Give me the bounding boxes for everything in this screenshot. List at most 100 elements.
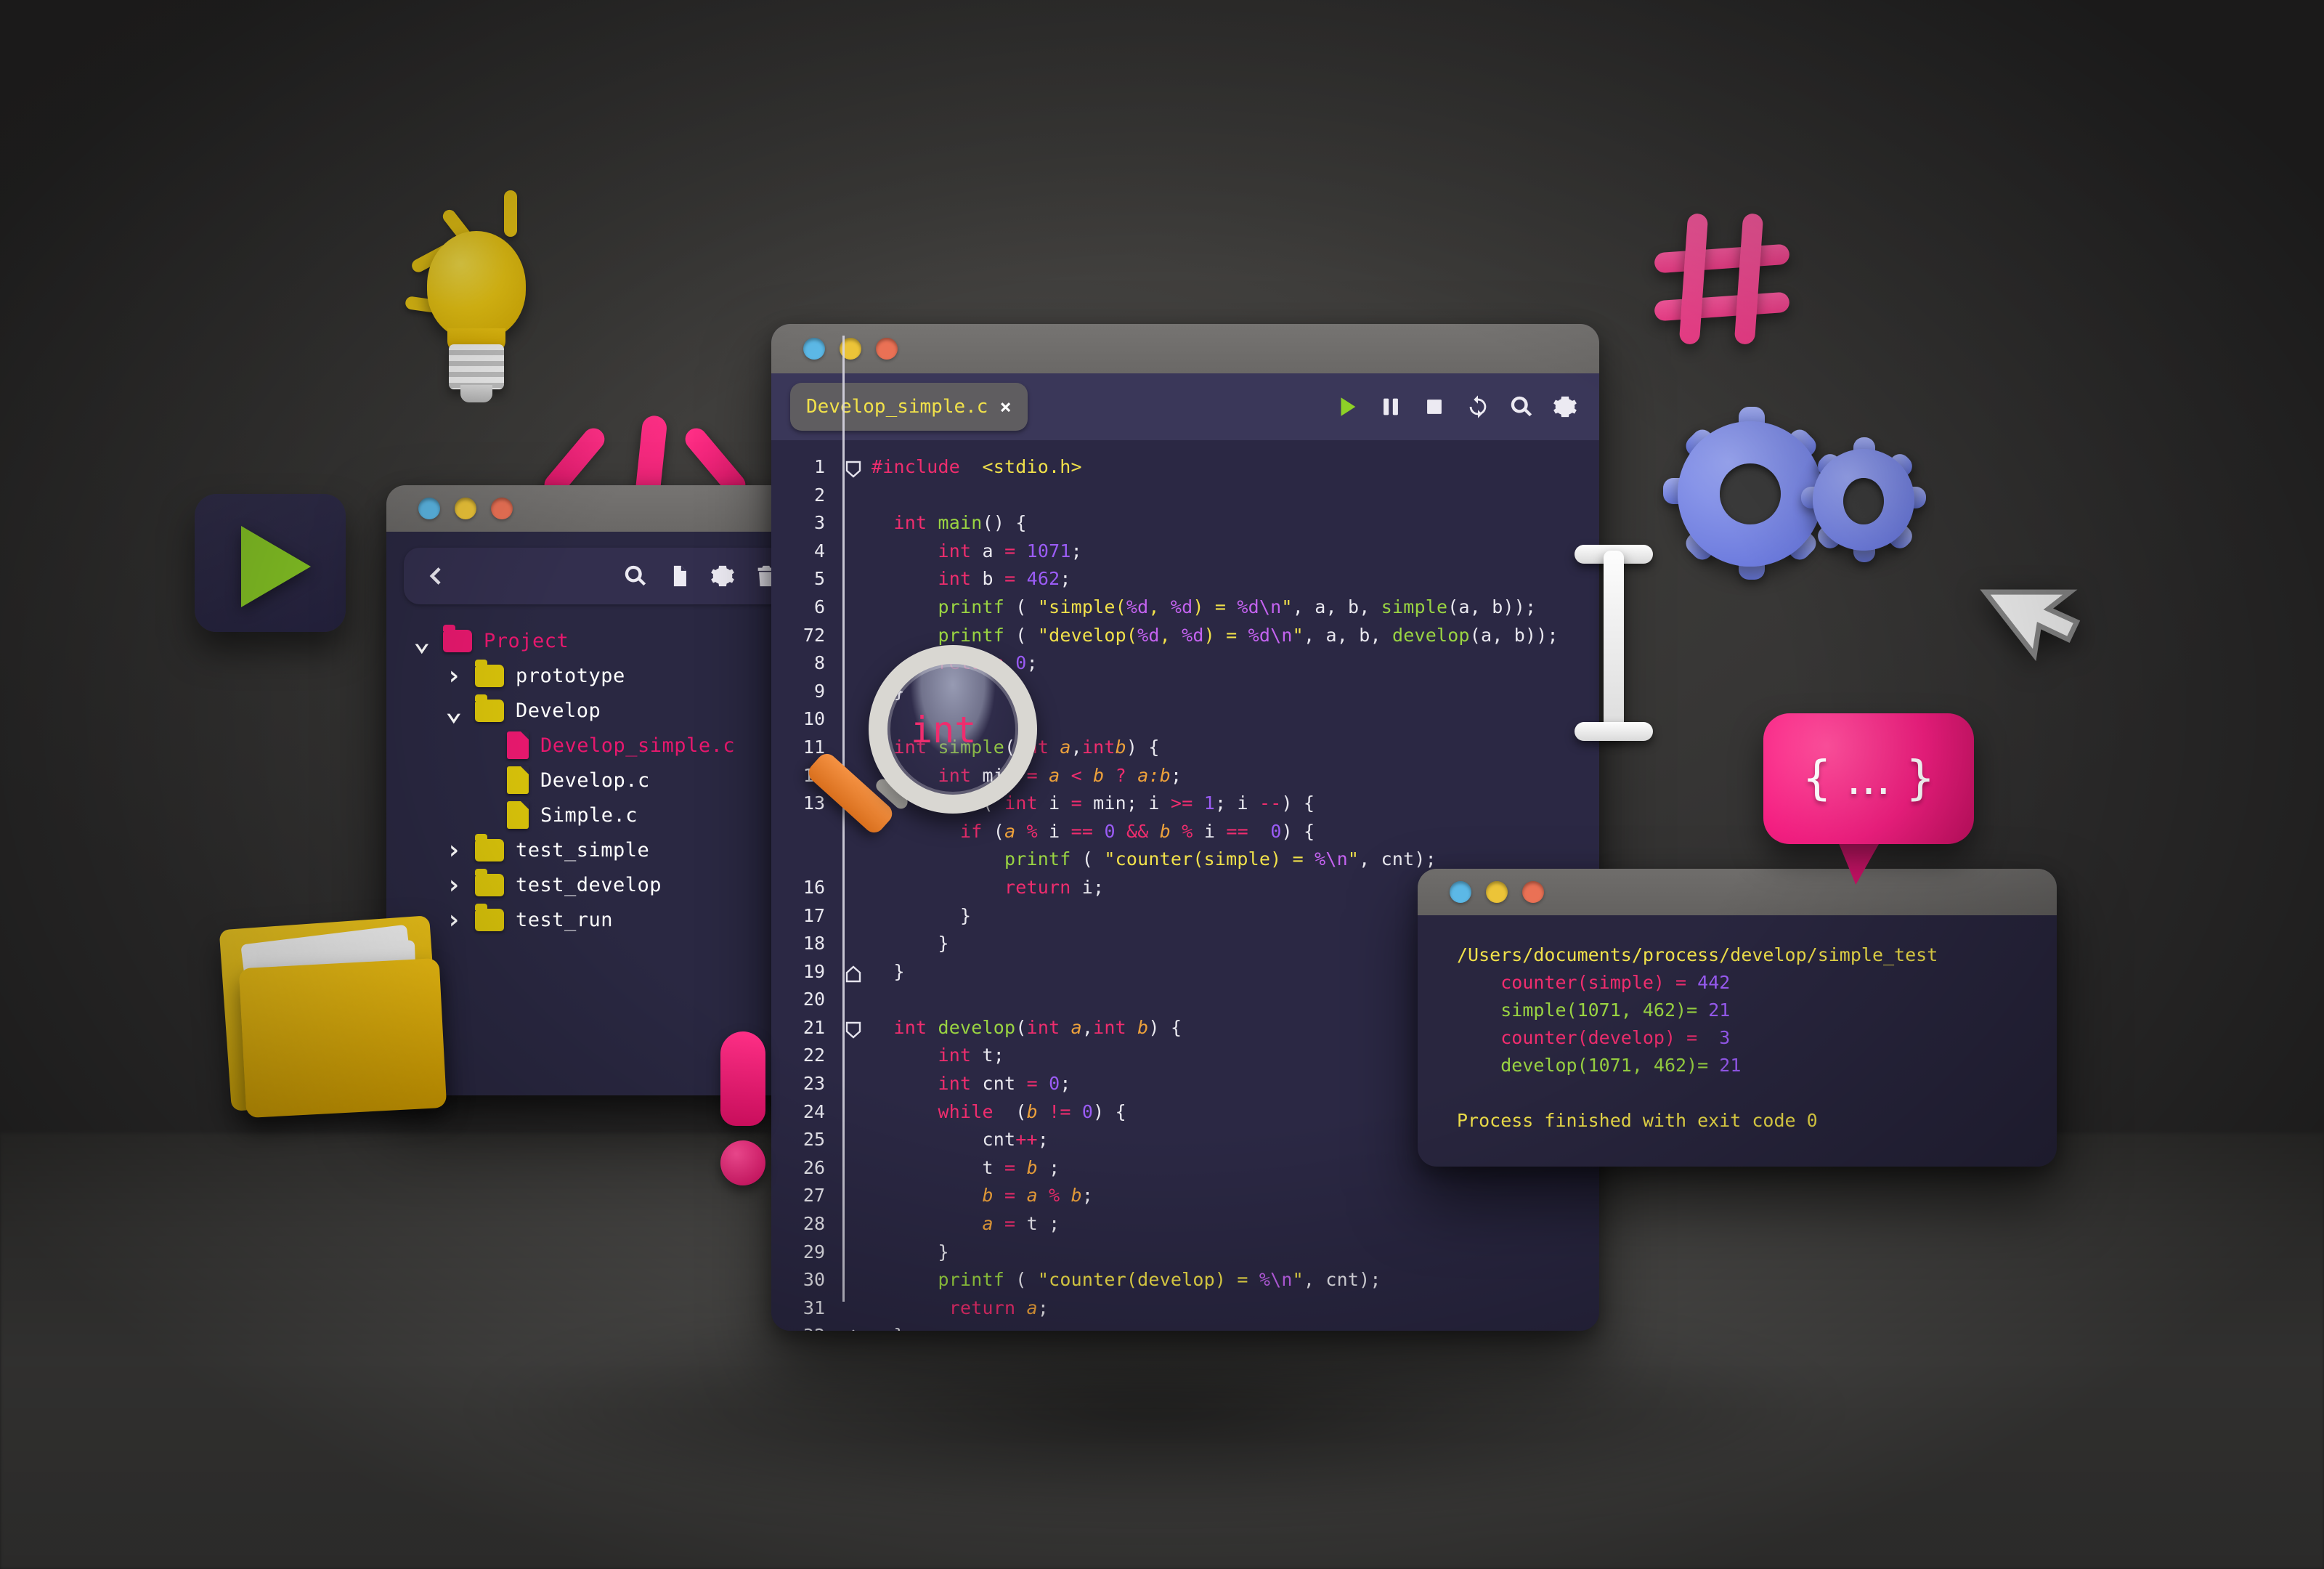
- code-line[interactable]: 2: [771, 485, 1599, 513]
- chevron-right-icon[interactable]: ›: [444, 661, 463, 691]
- code-text: int t;: [938, 1045, 1005, 1066]
- line-number: 3: [813, 512, 825, 534]
- search-icon[interactable]: [623, 564, 648, 588]
- code-text: t = b ;: [982, 1156, 1060, 1178]
- file-icon: [507, 766, 529, 794]
- code-text: a = t ;: [982, 1213, 1060, 1235]
- line-number: 72: [803, 624, 825, 646]
- code-line[interactable]: 27 b = a % b;: [771, 1185, 1599, 1213]
- traffic-light-red[interactable]: [1522, 881, 1544, 903]
- chevron-left-icon[interactable]: [423, 564, 447, 588]
- chevron-down-icon[interactable]: ⌄: [444, 696, 463, 725]
- line-number: 20: [803, 989, 825, 1010]
- file-tree-titlebar: [386, 485, 815, 532]
- close-icon[interactable]: ×: [999, 396, 1011, 418]
- code-text: b = a % b;: [982, 1185, 1094, 1207]
- editor-titlebar: [771, 324, 1599, 373]
- folder-icon: [475, 694, 504, 722]
- floor-shadow: [465, 1300, 1845, 1518]
- chevron-down-icon[interactable]: ⌄: [413, 626, 431, 655]
- code-line[interactable]: 3 int main() {: [771, 512, 1599, 540]
- open-folder-icon: [218, 915, 458, 1119]
- mouse-pointer-icon: [1961, 545, 2128, 662]
- code-text: int main() {: [893, 512, 1027, 534]
- folder-icon: [475, 659, 504, 687]
- tree-node-test-simple[interactable]: › test_simple: [386, 832, 815, 867]
- code-line[interactable]: 31 return a;: [771, 1297, 1599, 1326]
- tree-node-prototype[interactable]: › prototype: [386, 658, 815, 693]
- fold-end-marker: [845, 965, 861, 982]
- terminal-output-text: /Users/documents/process/develop/simple_…: [1418, 915, 2057, 1135]
- line-number: 1: [813, 456, 825, 477]
- tree-node-simple-c[interactable]: Simple.c: [386, 798, 815, 832]
- line-number: 2: [813, 484, 825, 506]
- code-line[interactable]: 4 int a = 1071;: [771, 540, 1599, 569]
- exclamation-mark-icon: [697, 1031, 799, 1191]
- line-number: 28: [803, 1213, 825, 1235]
- traffic-light-yellow[interactable]: [1486, 881, 1508, 903]
- tree-node-project[interactable]: ⌄ Project: [386, 623, 815, 658]
- tree-node-develop-simple-c[interactable]: Develop_simple.c: [386, 728, 815, 763]
- tree-node-label: Simple.c: [540, 803, 638, 827]
- traffic-light-blue[interactable]: [418, 498, 440, 519]
- play-button-icon[interactable]: [195, 494, 346, 632]
- fold-start-marker: [845, 1021, 861, 1039]
- code-line[interactable]: 1 #include <stdio.h>: [771, 456, 1599, 485]
- chevron-right-icon[interactable]: ›: [444, 835, 463, 865]
- line-number: 32: [771, 1325, 838, 1331]
- line-number: 10: [803, 708, 825, 730]
- code-text: cnt++;: [982, 1129, 1049, 1151]
- line-number: 6: [813, 596, 825, 617]
- terminal-line: develop(1071, 462)= 21: [1500, 1055, 1742, 1076]
- code-line[interactable]: 5 int b = 462;: [771, 568, 1599, 596]
- code-text: printf ( "simple(%d, %d) = %d\n", a, b, …: [938, 596, 1537, 617]
- terminal-line: /Users/documents/process/develop/simple_…: [1457, 944, 1938, 965]
- code-line[interactable]: 6 printf ( "simple(%d, %d) = %d\n", a, b…: [771, 596, 1599, 625]
- play-triangle-icon: [241, 526, 311, 607]
- tree-node-label: Develop_simple.c: [540, 734, 736, 757]
- code-text: int cnt = 0;: [938, 1073, 1071, 1095]
- code-text: return i;: [1004, 876, 1105, 898]
- hashtag-icon: [1649, 211, 1801, 349]
- search-icon[interactable]: [1509, 394, 1534, 419]
- reload-icon[interactable]: [1466, 394, 1490, 419]
- code-fold-guide-line: [842, 336, 845, 1302]
- tree-node-label: Develop.c: [540, 769, 650, 792]
- chevron-right-icon[interactable]: ›: [444, 870, 463, 900]
- code-text: int a = 1071;: [938, 540, 1082, 561]
- code-text: int develop(int a,int b) {: [893, 1016, 1182, 1038]
- code-text: #include <stdio.h>: [871, 456, 1082, 477]
- tab-develop-simple-c[interactable]: Develop_simple.c ×: [790, 383, 1028, 431]
- terminal-output-window[interactable]: /Users/documents/process/develop/simple_…: [1418, 869, 2057, 1167]
- settings-icon[interactable]: [1553, 394, 1577, 419]
- text-cursor-icon: [1554, 538, 1678, 748]
- code-line[interactable]: 29 }: [771, 1241, 1599, 1270]
- tree-node-develop[interactable]: ⌄ Develop: [386, 693, 815, 728]
- code-line[interactable]: 28 a = t ;: [771, 1213, 1599, 1241]
- code-line[interactable]: 30 printf ( "counter(develop) = %\n", cn…: [771, 1269, 1599, 1297]
- traffic-light-red[interactable]: [876, 338, 898, 360]
- traffic-light-blue[interactable]: [1450, 881, 1471, 903]
- stop-icon[interactable]: [1422, 394, 1447, 419]
- tree-node-test-develop[interactable]: › test_develop: [386, 867, 815, 902]
- file-icon: [507, 801, 529, 829]
- code-text: }: [938, 933, 949, 954]
- new-file-icon[interactable]: [667, 564, 691, 588]
- tree-node-label: Develop: [516, 699, 601, 722]
- tree-node-develop-c[interactable]: Develop.c: [386, 763, 815, 798]
- pause-icon[interactable]: [1378, 394, 1403, 419]
- line-number: 31: [803, 1297, 825, 1318]
- traffic-light-yellow[interactable]: [455, 498, 476, 519]
- gear-icon[interactable]: [710, 564, 735, 588]
- traffic-light-red[interactable]: [491, 498, 513, 519]
- terminal-line: counter(develop) = 3: [1500, 1027, 1731, 1048]
- folder-icon: [475, 833, 504, 861]
- run-icon[interactable]: [1335, 394, 1360, 419]
- tab-label: Develop_simple.c: [806, 396, 988, 418]
- line-number: 8: [813, 652, 825, 674]
- file-tree-list[interactable]: ⌄ Project › prototype ⌄ Develop Develop_simple…: [386, 604, 815, 937]
- traffic-light-blue[interactable]: [803, 338, 825, 360]
- file-tree-toolbar: [404, 548, 797, 604]
- code-line[interactable]: 32 }: [771, 1325, 1599, 1331]
- folder-icon: [475, 868, 504, 896]
